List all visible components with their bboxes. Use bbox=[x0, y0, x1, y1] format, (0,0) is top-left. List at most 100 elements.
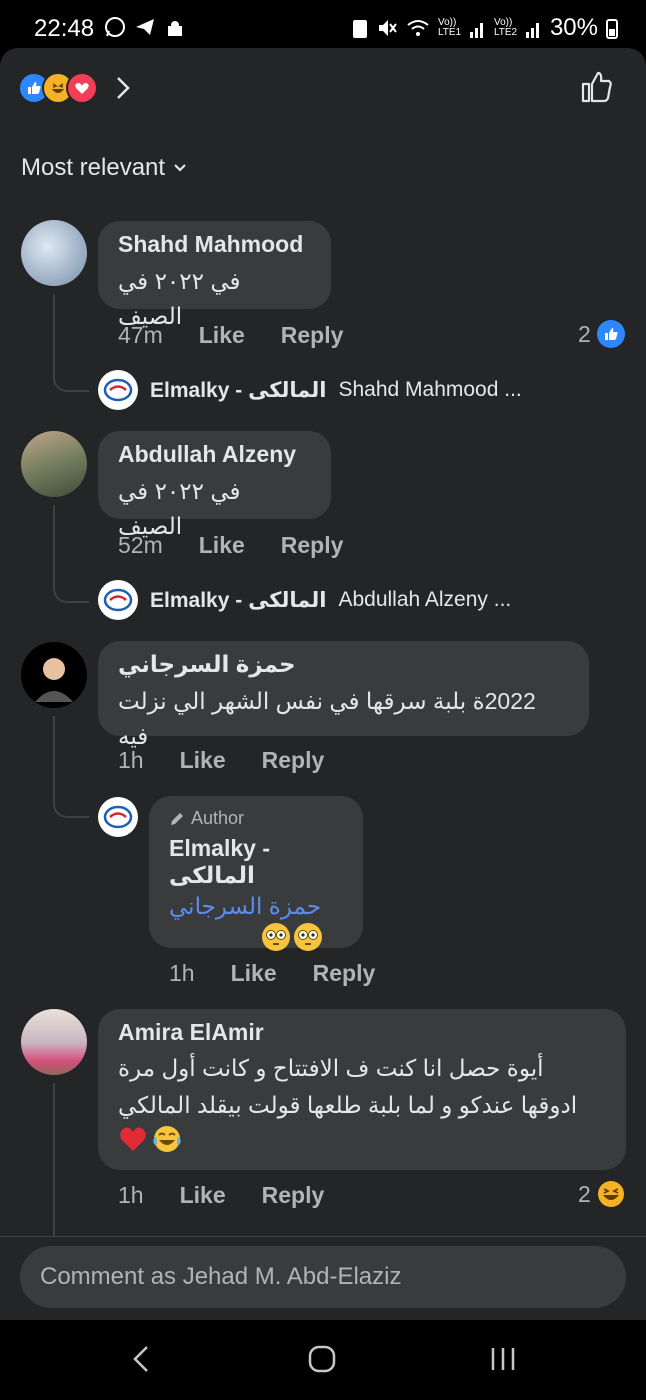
mosque-icon bbox=[168, 21, 182, 36]
reply-actions: 1h Like Reply bbox=[169, 960, 375, 987]
comment-text: 2022ة بلبة سرقها في نفس الشهر الي نزلت ف… bbox=[118, 688, 536, 749]
comment-bubble: Amira ElAmir أيوة حصل انا كنت ف الافتتاح… bbox=[98, 1009, 626, 1170]
comment-author[interactable]: Amira ElAmir bbox=[118, 1019, 606, 1046]
recents-icon[interactable] bbox=[488, 1344, 518, 1374]
comment-text: أيوة حصل انا كنت ف الافتتاح و كانت أول م… bbox=[118, 1050, 606, 1124]
author-badge: Author bbox=[169, 808, 343, 829]
signal1-icon bbox=[469, 23, 483, 38]
emoji-row bbox=[169, 922, 343, 952]
thread-line bbox=[53, 716, 55, 796]
chevron-right-icon[interactable] bbox=[114, 75, 132, 101]
comment-text-line: أيوة حصل انا كنت ف الافتتاح و كانت أول م… bbox=[118, 1055, 544, 1081]
battery-saver-icon bbox=[352, 20, 367, 38]
elmalky-logo-icon bbox=[103, 378, 133, 402]
avatar[interactable] bbox=[21, 1009, 87, 1075]
comment-input[interactable] bbox=[20, 1246, 626, 1308]
reply-button[interactable]: Reply bbox=[281, 532, 344, 559]
red-heart-icon bbox=[120, 1127, 146, 1151]
thread-line bbox=[53, 1083, 55, 1243]
sim1-label: Vo)) LTE1 bbox=[437, 17, 462, 38]
like-button[interactable]: Like bbox=[231, 960, 277, 987]
comment-time: 1h bbox=[118, 1182, 144, 1208]
thread-connector bbox=[53, 579, 89, 603]
comment-actions: 52m Like Reply bbox=[118, 532, 343, 559]
sort-dropdown[interactable]: Most relevant bbox=[21, 154, 187, 182]
comment-time: 52m bbox=[118, 532, 163, 558]
comment-time: 1h bbox=[118, 747, 144, 773]
avatar[interactable] bbox=[21, 642, 87, 708]
pencil-icon bbox=[171, 812, 183, 825]
author-badge-label: Author bbox=[191, 808, 245, 828]
home-icon[interactable] bbox=[307, 1344, 337, 1374]
mute-icon bbox=[378, 20, 397, 36]
love-reaction-icon bbox=[66, 72, 98, 104]
reply-time: 1h bbox=[169, 960, 195, 986]
signal2-icon bbox=[525, 23, 539, 38]
status-time: 22:48 bbox=[34, 15, 95, 42]
sort-label: Most relevant bbox=[21, 154, 166, 181]
mention-link[interactable]: حمزة السرجاني bbox=[169, 893, 343, 920]
tears-of-joy-icon bbox=[153, 1125, 181, 1152]
page-avatar[interactable] bbox=[98, 797, 138, 837]
like-button[interactable]: Like bbox=[199, 322, 245, 349]
avatar[interactable] bbox=[21, 220, 87, 286]
comment-actions: 1h Like Reply bbox=[118, 747, 324, 774]
reply-preview[interactable]: Elmalky - المالكى Shahd Mahmood ... bbox=[98, 370, 522, 410]
telegram-icon bbox=[136, 19, 154, 35]
avatar[interactable] bbox=[21, 431, 87, 497]
thread-line bbox=[53, 294, 55, 370]
reactions-summary[interactable] bbox=[18, 72, 132, 104]
reply-snippet: Abdullah Alzeny ... bbox=[338, 588, 512, 611]
status-bar: 22:48 Vo)) LTE1 Vo)) LTE2 30% bbox=[0, 0, 646, 52]
wifi-icon bbox=[407, 20, 429, 36]
reply-button[interactable]: Reply bbox=[313, 960, 376, 987]
avatar-illustration bbox=[35, 658, 73, 702]
reply-author: Elmalky - المالكى bbox=[150, 378, 327, 402]
reaction-count[interactable]: 2 bbox=[578, 1180, 625, 1208]
comment-bubble: Abdullah Alzeny في ٢٠٢٢ في الصيف bbox=[98, 431, 331, 539]
comment-text-line: ادوقها عندكو و لما بلبة طلعها قولت بيقلد… bbox=[118, 1091, 578, 1118]
reply-snippet: Shahd Mahmood ... bbox=[338, 378, 522, 401]
system-nav-bar bbox=[0, 1320, 646, 1400]
comment-composer bbox=[0, 1236, 646, 1320]
comment-actions: 1h Like Reply bbox=[118, 1182, 324, 1209]
reply-button[interactable]: Reply bbox=[262, 747, 325, 774]
reaction-count-value: 2 bbox=[578, 1180, 591, 1207]
reply-button[interactable]: Reply bbox=[262, 1182, 325, 1209]
page-avatar bbox=[98, 580, 138, 620]
comment-author[interactable]: Abdullah Alzeny bbox=[118, 441, 311, 468]
thread-line bbox=[53, 505, 55, 581]
comment-actions: 47m Like Reply bbox=[118, 322, 343, 349]
reaction-count[interactable]: 2 bbox=[578, 320, 625, 348]
battery-percent: 30% bbox=[549, 14, 598, 41]
like-outline-icon[interactable] bbox=[580, 70, 614, 104]
like-button[interactable]: Like bbox=[199, 532, 245, 559]
emoji-row bbox=[118, 1124, 606, 1154]
reaction-count-value: 2 bbox=[578, 320, 591, 347]
reply-bubble: Author Elmalky - المالكى حمزة السرجاني bbox=[149, 796, 363, 951]
like-button[interactable]: Like bbox=[180, 747, 226, 774]
reply-author[interactable]: Elmalky - المالكى bbox=[169, 835, 343, 889]
sim2-label: Vo)) LTE2 bbox=[493, 17, 518, 38]
chevron-down-icon bbox=[174, 164, 186, 172]
back-icon[interactable] bbox=[130, 1344, 152, 1374]
reply-author: Elmalky - المالكى bbox=[150, 588, 327, 612]
comment-bubble: Shahd Mahmood في ٢٠٢٢ في الصيف bbox=[98, 221, 331, 329]
haha-reaction-icon bbox=[597, 1181, 624, 1207]
elmalky-logo-icon bbox=[103, 588, 133, 612]
flushed-emoji-icon bbox=[294, 923, 322, 951]
comment-author[interactable]: حمزة السرجاني bbox=[118, 651, 569, 678]
reply-preview[interactable]: Elmalky - المالكى Abdullah Alzeny ... bbox=[98, 580, 511, 620]
comments-sheet: Most relevant Shahd Mahmood في ٢٠٢٢ في ا… bbox=[0, 48, 646, 1320]
like-button[interactable]: Like bbox=[180, 1182, 226, 1209]
comment-time: 47m bbox=[118, 322, 163, 348]
battery-icon bbox=[606, 19, 618, 39]
thread-connector bbox=[53, 368, 89, 392]
comment-author[interactable]: Shahd Mahmood bbox=[118, 231, 311, 258]
reply-button[interactable]: Reply bbox=[281, 322, 344, 349]
flushed-emoji-icon bbox=[262, 923, 290, 951]
comment-bubble: حمزة السرجاني 2022ة بلبة سرقها في نفس ال… bbox=[98, 641, 589, 749]
page-avatar bbox=[98, 370, 138, 410]
like-reaction-icon bbox=[596, 320, 625, 348]
whatsapp-icon bbox=[105, 17, 125, 37]
